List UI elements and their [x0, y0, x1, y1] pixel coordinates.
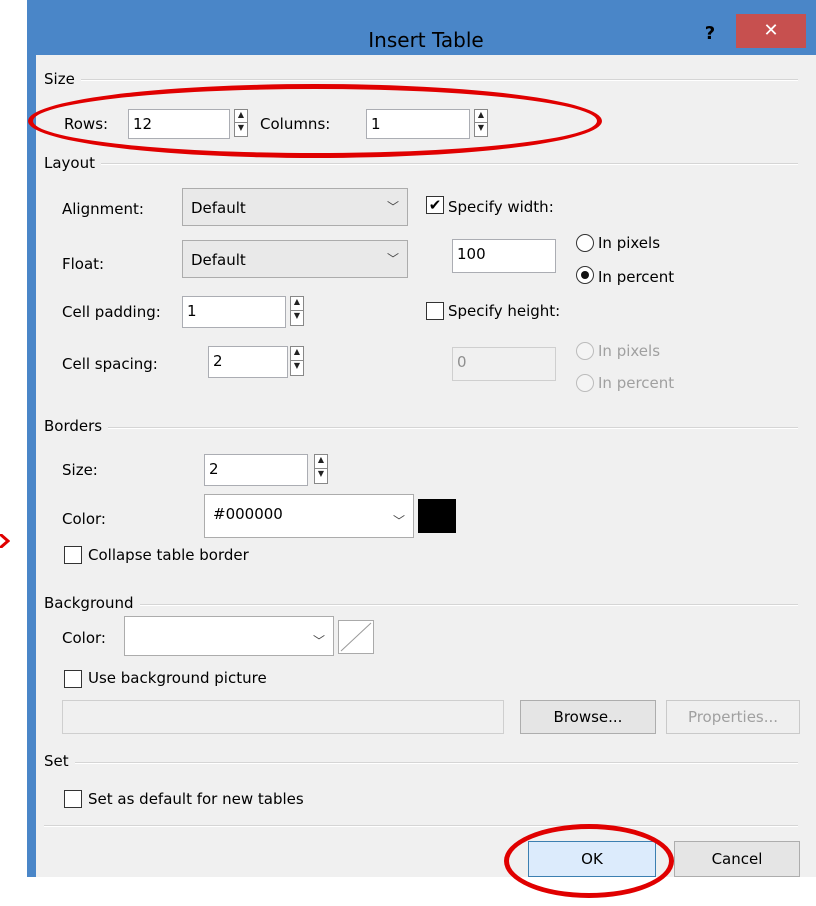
height-in-pixels-label: In pixels	[598, 342, 661, 360]
border-color-swatch[interactable]	[418, 499, 456, 533]
border-color-select[interactable]: #000000 ﹀	[204, 494, 414, 538]
background-color-swatch[interactable]	[338, 620, 374, 654]
size-group-line	[44, 79, 798, 81]
cell-spacing-stepper-up-icon[interactable]: ▲	[291, 347, 303, 361]
cell-padding-stepper-down-icon[interactable]: ▼	[291, 311, 303, 325]
borders-group-line	[44, 427, 798, 429]
background-group-label: Background	[44, 593, 140, 613]
alignment-select-value: Default	[191, 199, 246, 217]
background-color-label: Color:	[62, 629, 106, 647]
chevron-down-icon: ﹀	[392, 514, 405, 528]
layout-group-line	[44, 163, 798, 165]
specify-height-label: Specify height:	[448, 302, 561, 320]
border-color-select-value: #000000	[213, 505, 283, 523]
height-in-percent-radio	[576, 374, 594, 392]
dialog-client-area	[36, 55, 816, 877]
background-picture-path-input	[62, 700, 504, 734]
chevron-down-icon: ﹀	[312, 634, 325, 648]
width-input[interactable]: 100	[452, 239, 556, 273]
background-group-line	[44, 604, 798, 606]
cell-spacing-label: Cell spacing:	[62, 355, 158, 373]
annotation-arrow-tip-icon	[0, 534, 10, 548]
width-in-pixels-radio[interactable]	[576, 234, 594, 252]
radio-selected-dot	[581, 271, 589, 279]
cell-padding-stepper-up-icon[interactable]: ▲	[291, 297, 303, 311]
use-background-picture-checkbox[interactable]	[64, 670, 82, 688]
ok-annotation-ellipse	[504, 824, 674, 898]
chevron-down-icon: ﹀	[386, 252, 399, 266]
properties-button-label: Properties...	[687, 708, 779, 726]
cell-padding-input[interactable]: 1	[182, 296, 286, 328]
use-background-picture-label: Use background picture	[88, 669, 267, 687]
set-default-label: Set as default for new tables	[88, 790, 304, 808]
cell-padding-stepper[interactable]: ▲ ▼	[290, 296, 304, 326]
border-size-stepper-down-icon[interactable]: ▼	[315, 469, 327, 483]
alignment-select[interactable]: Default ﹀	[182, 188, 408, 226]
cell-padding-label: Cell padding:	[62, 303, 161, 321]
borders-group-label: Borders	[44, 416, 109, 436]
set-default-checkbox[interactable]	[64, 790, 82, 808]
cell-spacing-stepper-down-icon[interactable]: ▼	[291, 361, 303, 375]
specify-width-checkbox[interactable]: ✔	[426, 196, 444, 214]
border-size-stepper[interactable]: ▲ ▼	[314, 454, 328, 484]
browse-button-label: Browse...	[553, 708, 623, 726]
size-group-label: Size	[44, 69, 81, 89]
float-label: Float:	[62, 255, 105, 273]
layout-group-label: Layout	[44, 153, 101, 173]
height-in-pixels-radio	[576, 342, 594, 360]
specify-width-label: Specify width:	[448, 198, 554, 216]
float-select[interactable]: Default ﹀	[182, 240, 408, 278]
close-button[interactable]: ✕	[736, 14, 806, 48]
browse-button[interactable]: Browse...	[520, 700, 656, 734]
border-size-input[interactable]: 2	[204, 454, 308, 486]
help-button[interactable]: ?	[696, 20, 724, 48]
bottom-separator	[44, 825, 798, 827]
width-in-percent-label: In percent	[598, 268, 675, 286]
alignment-label: Alignment:	[62, 200, 144, 218]
width-in-pixels-label: In pixels	[598, 234, 661, 252]
specify-height-checkbox[interactable]	[426, 302, 444, 320]
background-color-select[interactable]: ﹀	[124, 616, 334, 656]
height-input: 0	[452, 347, 556, 381]
properties-button: Properties...	[666, 700, 800, 734]
cell-spacing-input[interactable]: 2	[208, 346, 288, 378]
border-size-label: Size:	[62, 461, 98, 479]
cancel-button-label: Cancel	[711, 850, 763, 868]
float-select-value: Default	[191, 251, 246, 269]
width-in-percent-radio[interactable]	[576, 266, 594, 284]
chevron-down-icon: ﹀	[386, 200, 399, 214]
collapse-border-checkbox[interactable]	[64, 546, 82, 564]
cancel-button[interactable]: Cancel	[674, 841, 800, 877]
no-color-icon	[340, 622, 372, 652]
set-group-label: Set	[44, 751, 75, 771]
border-size-stepper-up-icon[interactable]: ▲	[315, 455, 327, 469]
height-in-percent-label: In percent	[598, 374, 675, 392]
set-group-line	[44, 762, 798, 764]
collapse-border-label: Collapse table border	[88, 546, 249, 564]
cell-spacing-stepper[interactable]: ▲ ▼	[290, 346, 304, 376]
border-color-label: Color:	[62, 510, 106, 528]
size-annotation-ellipse	[28, 84, 602, 158]
